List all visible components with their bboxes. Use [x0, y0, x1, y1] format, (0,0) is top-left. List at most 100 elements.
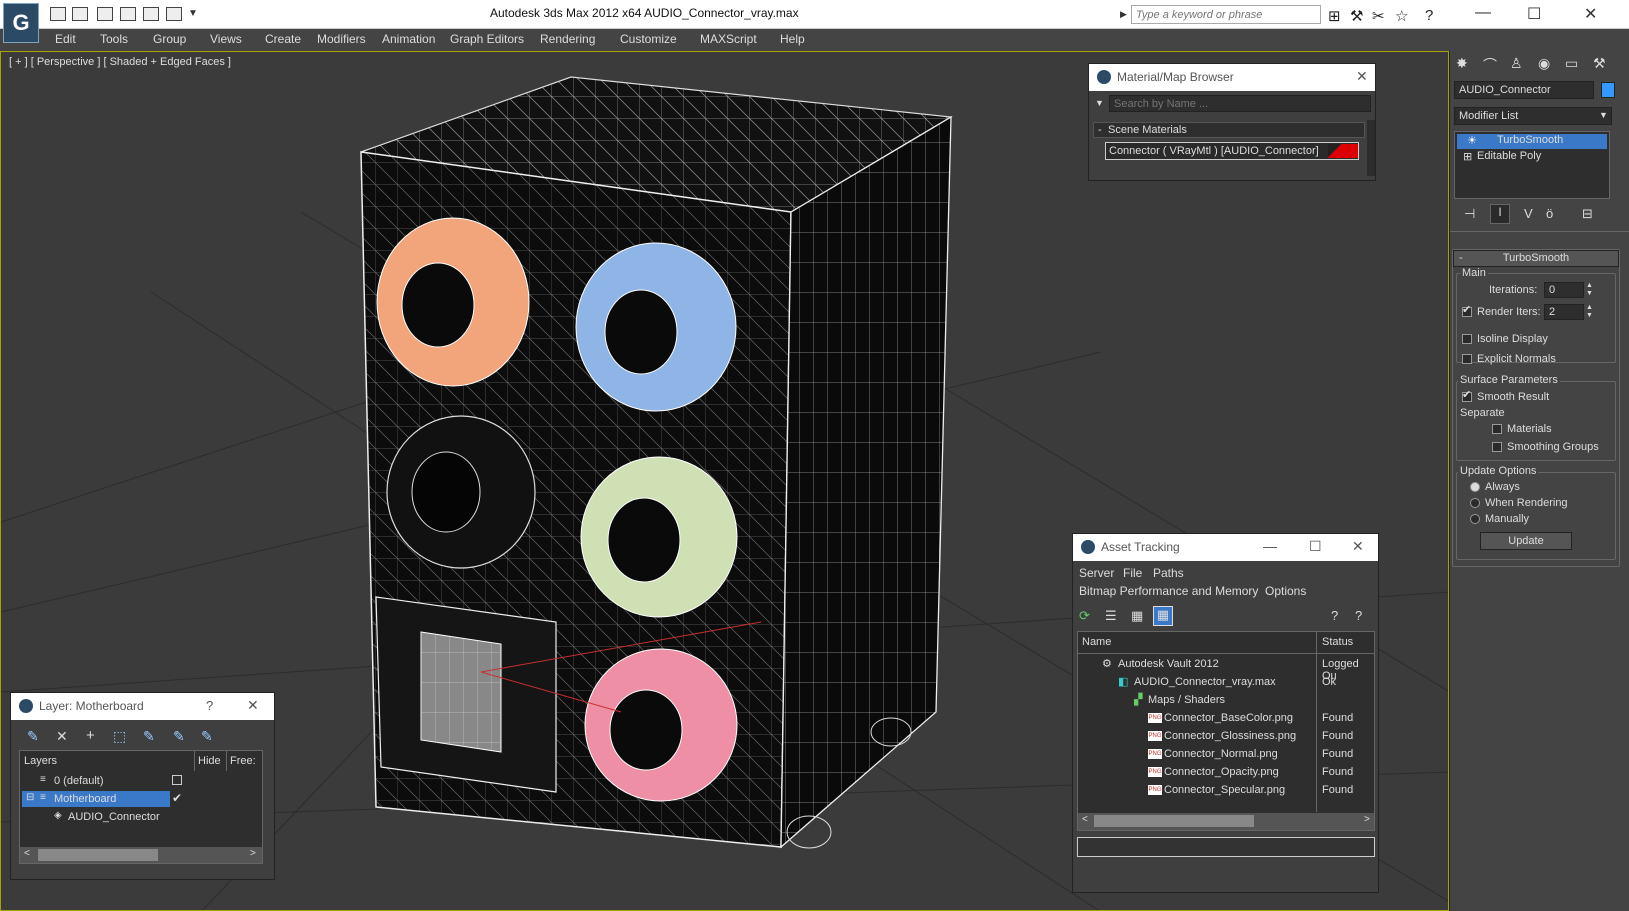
asset-row-specular[interactable]: PNG Connector_Specular.png Found: [1078, 782, 1374, 800]
configure-sets-icon[interactable]: ⊟: [1582, 206, 1593, 222]
col-freeze[interactable]: Free:: [230, 755, 256, 767]
close-icon[interactable]: ✕: [247, 697, 259, 714]
favorites-icon[interactable]: ☆: [1395, 7, 1408, 25]
render-iters-spinner[interactable]: [1544, 304, 1584, 320]
materials-checkbox[interactable]: [1492, 424, 1502, 434]
material-scrollbar[interactable]: [1367, 120, 1375, 176]
modifier-list-dropdown[interactable]: Modifier List ▼: [1454, 107, 1612, 125]
spinner-arrows-icon[interactable]: ▲ ▼: [1586, 282, 1593, 298]
highlight-layer-icon[interactable]: ✎: [143, 728, 155, 745]
asset-row-normal[interactable]: PNG Connector_Normal.png Found: [1078, 746, 1374, 764]
table-view-icon[interactable]: ▦: [1153, 606, 1173, 626]
scene-materials-group[interactable]: - Scene Materials: [1093, 122, 1365, 138]
utilities-tab-icon[interactable]: ⚒: [1593, 55, 1613, 75]
add-to-layer-icon[interactable]: +: [86, 727, 95, 744]
col-layers[interactable]: Layers: [24, 755, 57, 767]
menu-animation[interactable]: Animation: [382, 32, 435, 46]
save-icon[interactable]: [72, 7, 88, 21]
asset-row-opacity[interactable]: PNG Connector_Opacity.png Found: [1078, 764, 1374, 782]
context-help-icon[interactable]: ?: [1355, 608, 1362, 623]
layer-row-motherboard[interactable]: ⊟ ≡ Motherboard ✔: [20, 791, 262, 809]
layer-row-default[interactable]: ≡ 0 (default): [20, 773, 262, 791]
asset-hscrollbar[interactable]: < >: [1078, 813, 1374, 830]
material-item[interactable]: Connector ( VRayMtl ) [AUDIO_Connector]: [1105, 142, 1359, 160]
menu-edit[interactable]: Edit: [55, 32, 76, 46]
help-button[interactable]: ?: [206, 698, 213, 713]
update-button[interactable]: Update: [1480, 532, 1572, 550]
binoculars-icon[interactable]: ⊞: [1328, 7, 1341, 25]
object-name-field[interactable]: [1454, 81, 1594, 99]
select-objects-icon[interactable]: ⬚: [113, 728, 126, 745]
menu-customize[interactable]: Customize: [620, 32, 677, 46]
new-layer-icon[interactable]: ✎: [27, 728, 39, 745]
col-hide[interactable]: Hide: [198, 755, 221, 767]
menu-options[interactable]: Options: [1265, 584, 1306, 598]
filter-icon[interactable]: ▼: [1095, 98, 1104, 108]
when-rendering-radio[interactable]: [1470, 498, 1480, 508]
scroll-right-icon[interactable]: >: [250, 848, 256, 859]
scroll-thumb[interactable]: [1094, 815, 1254, 827]
refresh-icon[interactable]: ⟳: [1079, 608, 1090, 624]
menu-create[interactable]: Create: [265, 32, 301, 46]
menu-help[interactable]: Help: [780, 32, 805, 46]
display-tab-icon[interactable]: ▭: [1565, 55, 1585, 75]
menu-views[interactable]: Views: [210, 32, 242, 46]
minimize-icon[interactable]: —: [1263, 538, 1277, 554]
layer-row-audio-connector[interactable]: ◈ AUDIO_Connector: [20, 809, 262, 827]
scroll-left-icon[interactable]: <: [24, 848, 30, 859]
maximize-icon[interactable]: ☐: [1527, 4, 1541, 24]
material-search-input[interactable]: [1109, 95, 1371, 112]
iterations-spinner[interactable]: [1544, 282, 1584, 298]
hold-icon[interactable]: [143, 7, 159, 21]
menu-file[interactable]: File: [1123, 566, 1142, 580]
help-icon[interactable]: ?: [1425, 7, 1433, 24]
asset-row-basecolor[interactable]: PNG Connector_BaseColor.png Found: [1078, 710, 1374, 728]
scroll-left-icon[interactable]: <: [1082, 814, 1088, 825]
close-icon[interactable]: ✕: [1584, 4, 1597, 24]
app-logo-icon[interactable]: G: [3, 3, 39, 43]
close-icon[interactable]: ✕: [1352, 538, 1364, 555]
explicit-normals-checkbox[interactable]: [1462, 354, 1472, 364]
motion-tab-icon[interactable]: ◉: [1538, 55, 1558, 75]
menu-rendering[interactable]: Rendering: [540, 32, 595, 46]
menu-modifiers[interactable]: Modifiers: [317, 32, 366, 46]
hide-all-icon[interactable]: ✎: [173, 728, 185, 745]
undo-icon[interactable]: [97, 7, 113, 21]
spinner-arrows-icon[interactable]: ▲ ▼: [1586, 304, 1593, 320]
asset-path-field[interactable]: [1077, 837, 1375, 857]
thumbnail-view-icon[interactable]: ▦: [1131, 608, 1143, 624]
hierarchy-tab-icon[interactable]: ♙: [1510, 55, 1530, 75]
object-color-swatch[interactable]: [1601, 82, 1615, 98]
delete-layer-icon[interactable]: ✕: [56, 728, 68, 745]
show-end-result-icon[interactable]: I: [1490, 204, 1510, 224]
menu-paths[interactable]: Paths: [1153, 566, 1184, 580]
col-status[interactable]: Status: [1322, 636, 1353, 648]
layer-hscrollbar[interactable]: < >: [20, 847, 262, 863]
redo-icon[interactable]: [120, 7, 136, 21]
search-arrow-icon[interactable]: ▶: [1120, 9, 1127, 20]
isoline-checkbox[interactable]: [1462, 334, 1472, 344]
menu-bitmap-performance[interactable]: Bitmap Performance and Memory: [1079, 584, 1258, 598]
stack-item-turbosmooth[interactable]: ☀ TurboSmooth: [1457, 134, 1607, 149]
create-tab-icon[interactable]: ✸: [1456, 55, 1476, 75]
manually-radio[interactable]: [1470, 514, 1480, 524]
asset-row-maps[interactable]: ▞ Maps / Shaders: [1078, 692, 1374, 710]
smoothing-groups-checkbox[interactable]: [1492, 442, 1502, 452]
maximize-icon[interactable]: ☐: [1309, 538, 1322, 555]
scroll-right-icon[interactable]: >: [1364, 814, 1370, 825]
asset-row-vault[interactable]: ⚙ Autodesk Vault 2012 Logged Ou: [1078, 656, 1374, 682]
menu-maxscript[interactable]: MAXScript: [700, 32, 757, 46]
turbosmooth-rollout-header[interactable]: - TurboSmooth: [1453, 250, 1619, 267]
pin-stack-icon[interactable]: ⊣: [1464, 206, 1475, 222]
close-icon[interactable]: ✕: [1356, 68, 1368, 85]
col-name[interactable]: Name: [1082, 636, 1111, 648]
list-view-icon[interactable]: ☰: [1105, 608, 1117, 624]
fetch-icon[interactable]: [166, 7, 182, 21]
make-unique-icon[interactable]: V: [1524, 206, 1533, 221]
freeze-all-icon[interactable]: ✎: [201, 728, 213, 745]
menu-tools[interactable]: Tools: [100, 32, 128, 46]
minimize-icon[interactable]: —: [1475, 4, 1491, 22]
asset-row-max-file[interactable]: ◧ AUDIO_Connector_vray.max Ok: [1078, 674, 1374, 692]
open-icon[interactable]: [50, 7, 66, 21]
dropdown-icon[interactable]: ▼: [188, 8, 198, 19]
